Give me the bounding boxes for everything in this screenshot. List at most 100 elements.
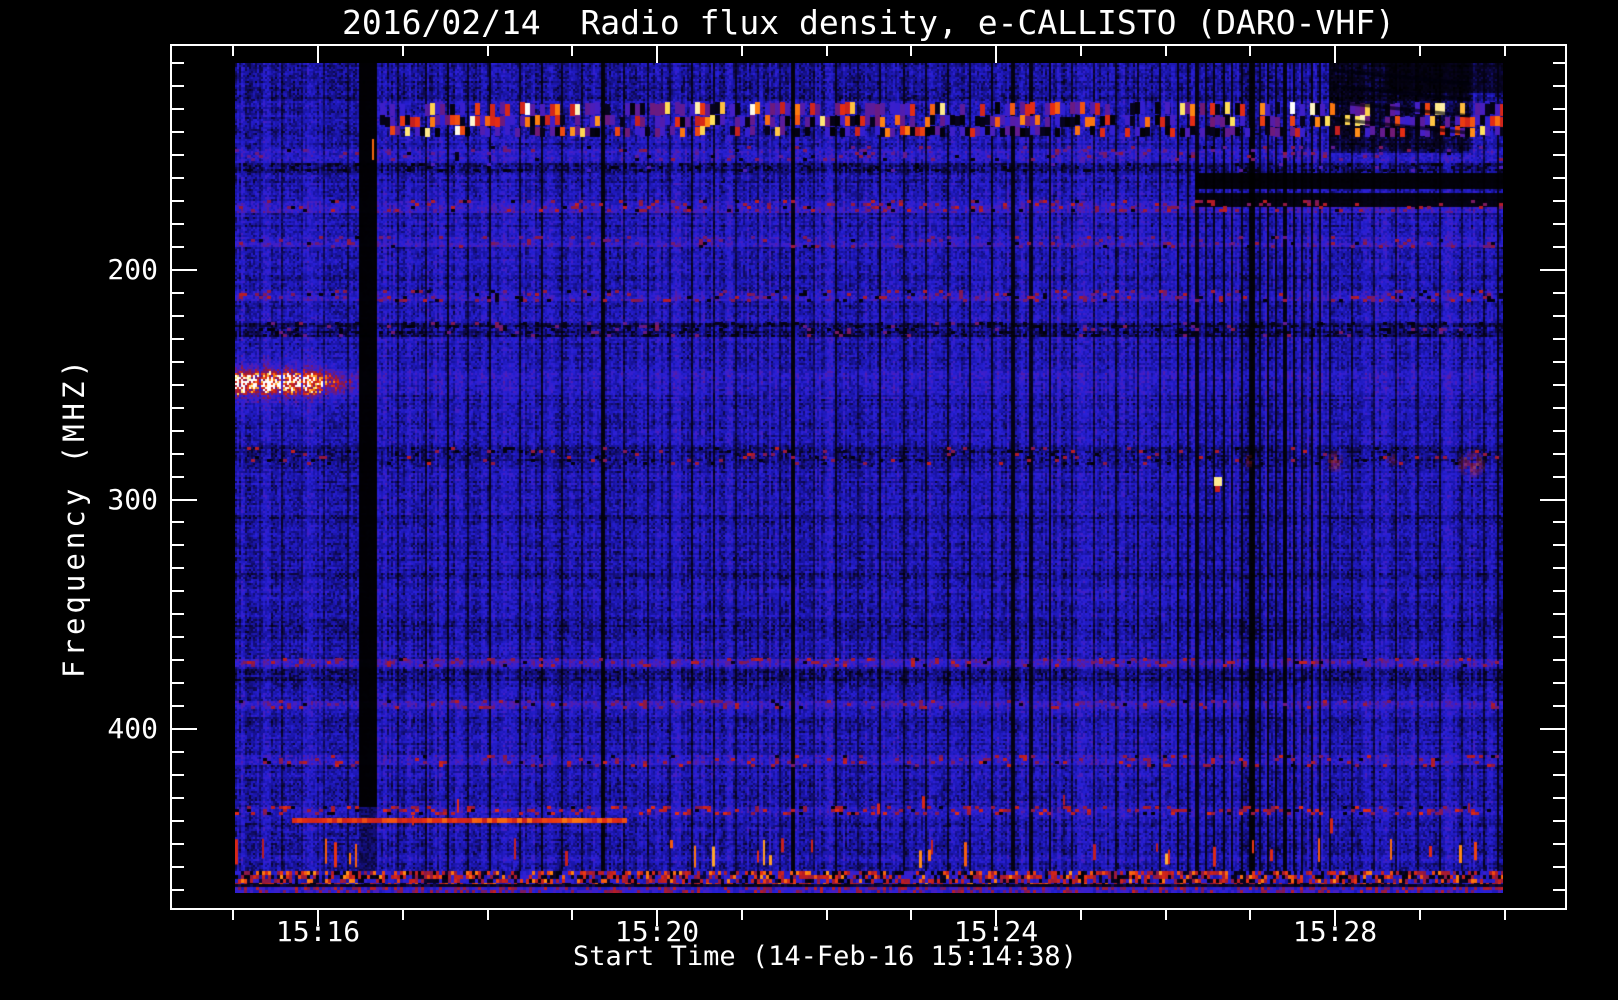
axis-tick xyxy=(1553,866,1565,868)
axis-tick xyxy=(1553,223,1565,225)
axis-tick xyxy=(232,910,234,920)
axis-tick xyxy=(172,797,184,799)
axis-tick xyxy=(1249,910,1251,920)
axis-tick xyxy=(172,384,184,386)
axis-tick xyxy=(1553,751,1565,753)
axis-tick xyxy=(1553,384,1565,386)
axis-tick xyxy=(172,590,184,592)
axis-tick xyxy=(1553,476,1565,478)
axis-tick xyxy=(1540,728,1565,730)
axis-tick xyxy=(1553,177,1565,179)
x-tick-label: 15:16 xyxy=(248,915,388,948)
axis-tick xyxy=(232,46,234,56)
axis-tick xyxy=(172,200,184,202)
axis-tick xyxy=(1080,910,1082,920)
axis-tick xyxy=(172,338,184,340)
axis-tick xyxy=(1553,521,1565,523)
axis-tick xyxy=(172,843,184,845)
axis-tick xyxy=(1165,46,1167,56)
axis-tick xyxy=(172,889,184,891)
y-axis-title: Frequency (MHZ) xyxy=(57,356,91,678)
axis-tick xyxy=(741,46,743,56)
axis-tick xyxy=(1553,659,1565,661)
axis-tick xyxy=(1553,338,1565,340)
axis-tick xyxy=(1419,910,1421,920)
axis-tick xyxy=(487,46,489,56)
axis-tick xyxy=(172,154,184,156)
axis-tick xyxy=(172,682,184,684)
axis-tick xyxy=(1553,682,1565,684)
axis-tick xyxy=(402,910,404,920)
axis-tick xyxy=(1553,246,1565,248)
axis-tick xyxy=(1553,430,1565,432)
axis-tick xyxy=(1553,108,1565,110)
axis-tick xyxy=(741,910,743,920)
axis-tick xyxy=(172,705,184,707)
axis-tick xyxy=(1553,200,1565,202)
axis-tick xyxy=(317,46,319,63)
axis-tick xyxy=(172,108,184,110)
axis-tick xyxy=(172,499,197,501)
x-tick-label: 15:28 xyxy=(1265,915,1405,948)
axis-tick xyxy=(172,453,184,455)
axis-tick xyxy=(172,223,184,225)
axis-tick xyxy=(172,177,184,179)
axis-tick xyxy=(172,292,184,294)
axis-tick xyxy=(1080,46,1082,56)
axis-tick xyxy=(1553,62,1565,64)
axis-tick xyxy=(1553,636,1565,638)
axis-tick xyxy=(172,269,197,271)
axis-tick xyxy=(172,636,184,638)
axis-tick xyxy=(172,820,184,822)
axis-tick xyxy=(1334,46,1336,63)
axis-tick xyxy=(1553,453,1565,455)
plot-frame xyxy=(170,44,1567,910)
axis-tick xyxy=(826,46,828,56)
axis-tick xyxy=(1165,910,1167,920)
axis-tick xyxy=(995,46,997,63)
axis-tick xyxy=(172,407,184,409)
axis-tick xyxy=(172,246,184,248)
axis-tick xyxy=(1553,820,1565,822)
axis-tick xyxy=(1553,85,1565,87)
chart-title: 2016/02/14 Radio flux density, e-CALLIST… xyxy=(170,3,1567,42)
axis-tick xyxy=(1553,613,1565,615)
axis-tick xyxy=(1553,361,1565,363)
axis-tick xyxy=(1249,46,1251,56)
axis-tick xyxy=(172,521,184,523)
axis-tick xyxy=(172,62,184,64)
axis-tick xyxy=(172,567,184,569)
axis-tick xyxy=(1419,46,1421,56)
axis-tick xyxy=(1540,499,1565,501)
axis-tick xyxy=(910,46,912,56)
axis-tick xyxy=(487,910,489,920)
axis-tick xyxy=(1553,292,1565,294)
axis-tick xyxy=(826,910,828,920)
axis-tick xyxy=(172,315,184,317)
axis-tick xyxy=(402,46,404,56)
axis-tick xyxy=(1553,407,1565,409)
axis-tick xyxy=(1553,544,1565,546)
axis-tick xyxy=(172,361,184,363)
axis-tick xyxy=(1553,889,1565,891)
axis-tick xyxy=(172,430,184,432)
axis-tick xyxy=(172,544,184,546)
axis-tick xyxy=(1553,843,1565,845)
axis-tick xyxy=(910,910,912,920)
axis-tick xyxy=(172,131,184,133)
axis-tick xyxy=(1553,774,1565,776)
axis-tick xyxy=(172,751,184,753)
axis-tick xyxy=(172,866,184,868)
axis-tick xyxy=(656,46,658,63)
axis-tick xyxy=(1553,567,1565,569)
callisto-spectrogram-page: 2016/02/14 Radio flux density, e-CALLIST… xyxy=(0,0,1618,1000)
axis-tick xyxy=(172,476,184,478)
axis-tick xyxy=(1540,269,1565,271)
axis-tick xyxy=(1553,705,1565,707)
axis-tick xyxy=(172,774,184,776)
axis-tick xyxy=(1553,590,1565,592)
axis-tick xyxy=(1504,910,1506,920)
axis-tick xyxy=(571,46,573,56)
axis-tick xyxy=(1504,46,1506,56)
y-tick-label: 400 xyxy=(40,712,158,745)
